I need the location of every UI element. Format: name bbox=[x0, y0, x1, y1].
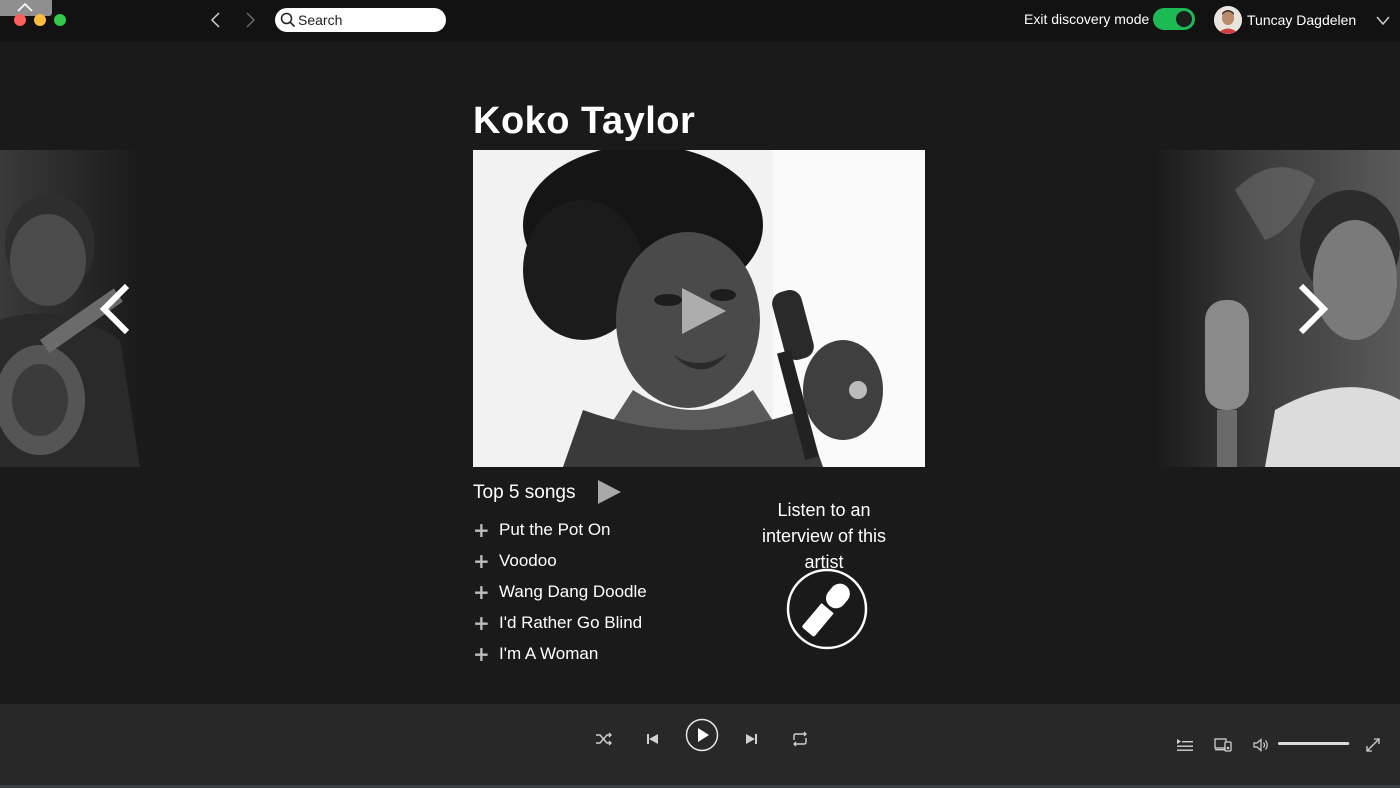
volume-icon bbox=[1253, 738, 1268, 752]
play-icon bbox=[598, 480, 621, 504]
fullscreen-button[interactable] bbox=[1365, 737, 1381, 757]
next-artist-photo[interactable] bbox=[1155, 150, 1400, 467]
collapse-tab[interactable] bbox=[0, 0, 52, 16]
window-maximize-button[interactable] bbox=[54, 14, 66, 26]
username[interactable]: Tuncay Dagdelen bbox=[1247, 12, 1356, 28]
repeat-icon bbox=[793, 731, 807, 747]
window-minimize-button[interactable] bbox=[34, 14, 46, 26]
volume-level bbox=[1278, 742, 1349, 745]
song-row[interactable]: + Voodoo bbox=[473, 549, 713, 575]
chevron-right-icon bbox=[1298, 283, 1329, 335]
window-close-button[interactable] bbox=[14, 14, 26, 26]
chevron-down-icon bbox=[1376, 16, 1390, 26]
interview-label: Listen to an interview of this artist bbox=[761, 500, 887, 572]
toggle-knob bbox=[1176, 11, 1192, 27]
top-bar: Exit discovery mode Tuncay Dagdelen bbox=[0, 0, 1400, 42]
song-row[interactable]: + I'm A Woman bbox=[473, 642, 713, 668]
song-title[interactable]: Wang Dang Doodle bbox=[499, 582, 647, 602]
play-icon bbox=[682, 288, 726, 334]
plus-icon[interactable]: + bbox=[473, 644, 490, 664]
listen-interview-button[interactable] bbox=[785, 567, 869, 651]
song-title[interactable]: Voodoo bbox=[499, 551, 557, 571]
volume-button[interactable] bbox=[1253, 737, 1271, 756]
next-artist-button[interactable] bbox=[1295, 283, 1331, 335]
song-title[interactable]: Put the Pot On bbox=[499, 520, 611, 540]
chevron-right-icon bbox=[246, 12, 256, 28]
queue-button[interactable] bbox=[1176, 737, 1194, 756]
play-top-songs-button[interactable] bbox=[596, 479, 622, 505]
plus-icon[interactable]: + bbox=[473, 520, 490, 540]
song-title[interactable]: I'm A Woman bbox=[499, 644, 598, 664]
chevron-left-icon bbox=[99, 283, 130, 335]
search-box[interactable] bbox=[275, 8, 446, 32]
previous-track-button[interactable] bbox=[645, 731, 661, 751]
play-video-button[interactable] bbox=[676, 284, 730, 338]
queue-icon bbox=[1177, 739, 1193, 751]
skip-back-icon bbox=[647, 734, 658, 744]
fullscreen-icon bbox=[1366, 738, 1380, 752]
shuffle-button[interactable] bbox=[595, 731, 613, 751]
plus-icon[interactable]: + bbox=[473, 613, 490, 633]
top-songs-heading: Top 5 songs bbox=[473, 482, 576, 503]
chevron-up-icon bbox=[17, 2, 33, 12]
player-bar bbox=[0, 704, 1400, 788]
song-row[interactable]: + Put the Pot On bbox=[473, 518, 713, 544]
song-row[interactable]: + I'd Rather Go Blind bbox=[473, 611, 713, 637]
user-menu-button[interactable] bbox=[1375, 13, 1391, 32]
song-row[interactable]: + Wang Dang Doodle bbox=[473, 580, 713, 606]
next-track-button[interactable] bbox=[743, 731, 759, 751]
plus-icon[interactable]: + bbox=[473, 582, 490, 602]
artist-name: Koko Taylor bbox=[473, 100, 696, 142]
volume-slider[interactable] bbox=[1278, 742, 1350, 745]
back-button[interactable] bbox=[206, 10, 226, 30]
shuffle-icon bbox=[596, 732, 612, 746]
skip-forward-icon bbox=[746, 734, 757, 744]
chevron-left-icon bbox=[210, 12, 220, 28]
user-avatar-image bbox=[1214, 6, 1242, 34]
devices-icon bbox=[1214, 738, 1232, 752]
play-button[interactable] bbox=[685, 718, 719, 756]
exit-discovery-label: Exit discovery mode bbox=[1024, 11, 1150, 27]
play-circle-icon bbox=[685, 718, 719, 752]
search-input[interactable] bbox=[298, 10, 438, 30]
repeat-button[interactable] bbox=[791, 731, 809, 751]
singer-with-microphone-image bbox=[1155, 150, 1400, 467]
avatar[interactable] bbox=[1214, 6, 1242, 34]
song-title[interactable]: I'd Rather Go Blind bbox=[499, 613, 642, 633]
devices-button[interactable] bbox=[1214, 737, 1232, 756]
previous-artist-button[interactable] bbox=[97, 283, 133, 335]
forward-button[interactable] bbox=[240, 10, 260, 30]
discovery-mode-toggle[interactable] bbox=[1153, 8, 1195, 30]
plus-icon[interactable]: + bbox=[473, 551, 490, 571]
microphone-icon bbox=[786, 568, 868, 650]
search-icon bbox=[280, 12, 296, 28]
